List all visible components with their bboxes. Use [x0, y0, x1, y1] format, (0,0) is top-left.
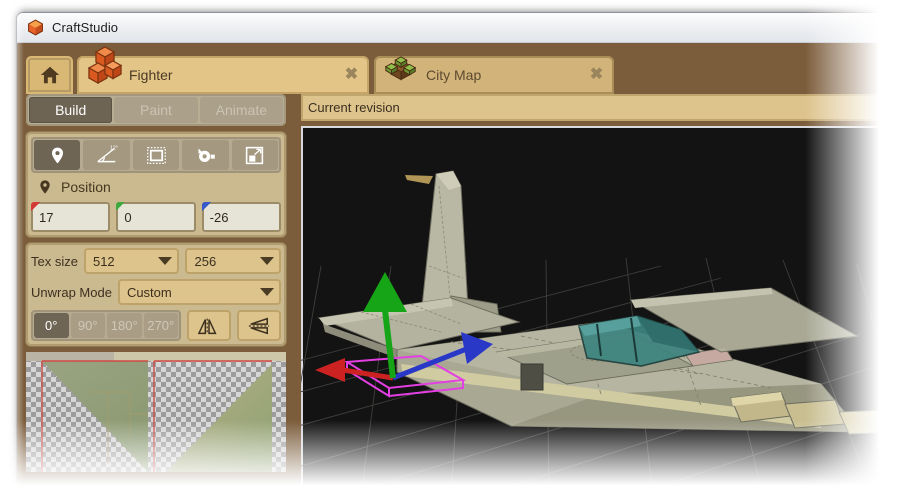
property-header: Position: [31, 173, 281, 202]
gizmo-y-axis: [363, 272, 407, 379]
gizmo-z-axis: [392, 332, 493, 381]
pivot-offset-icon: [198, 148, 215, 162]
rotation-group: 0° 90° 180° 270°: [31, 310, 181, 341]
title-bar: CraftStudio: [17, 13, 900, 43]
tex-height-dropdown[interactable]: 256: [185, 248, 281, 274]
tex-size-row: Tex size 512 256: [31, 248, 281, 274]
tab-city-map[interactable]: City Map ✖: [374, 56, 614, 94]
mode-paint[interactable]: Paint: [114, 97, 198, 123]
3d-viewport[interactable]: [301, 126, 900, 500]
flip-vertical-button[interactable]: [237, 310, 281, 341]
tab-label-fighter: Fighter: [129, 67, 173, 83]
position-y-input[interactable]: 0: [116, 202, 196, 232]
selection-highlight: [343, 354, 467, 398]
chevron-down-icon: [260, 257, 274, 265]
position-x-value: 17: [39, 209, 54, 225]
main-area: Build Paint Animate 12° Position 17 0 -2…: [26, 94, 900, 500]
right-panel: Current revision: [294, 94, 900, 500]
unwrap-mode-dropdown[interactable]: Custom: [117, 279, 281, 305]
uv-texture-preview[interactable]: [26, 352, 286, 472]
position-pin-icon: [51, 147, 63, 163]
property-label: Position: [61, 179, 111, 195]
window-title: CraftStudio: [52, 20, 119, 35]
scale-tool[interactable]: [231, 140, 279, 170]
home-icon: [40, 66, 59, 84]
texture-panel: Tex size 512 256 Unwrap Mode Custom 0° 9…: [26, 243, 286, 346]
mode-animate[interactable]: Animate: [199, 97, 283, 123]
flip-horizontal-icon: [197, 318, 217, 334]
revision-bar: Current revision: [301, 94, 900, 121]
angle-tool[interactable]: 12°: [83, 140, 130, 170]
unwrap-mode-label: Unwrap Mode: [31, 284, 112, 300]
angle-icon: 12°: [97, 145, 118, 162]
flip-horizontal-button[interactable]: [187, 310, 231, 341]
app-body: Fighter ✖ City Map ✖ Build Paint Animate…: [17, 43, 900, 500]
tex-size-label: Tex size: [31, 253, 78, 269]
select-box-tool[interactable]: [132, 140, 180, 170]
orange-cube-icon: [27, 19, 44, 36]
rotation-row: 0° 90° 180° 270°: [31, 310, 281, 341]
tex-width-value: 512: [92, 253, 115, 269]
rotate-0[interactable]: 0°: [34, 313, 69, 338]
flip-vertical-icon: [248, 317, 270, 334]
transform-gizmo[interactable]: [301, 126, 900, 496]
unwrap-mode-row: Unwrap Mode Custom: [31, 279, 281, 305]
screenshot-root: CraftStudio Fighter ✖ City Map ✖ Build P…: [0, 0, 900, 500]
position-fields: 17 0 -26: [31, 202, 281, 232]
transform-panel: 12° Position 17 0 -26: [26, 132, 286, 237]
tab-label-city-map: City Map: [426, 67, 482, 83]
rotate-270[interactable]: 270°: [143, 313, 178, 338]
position-z-value: -26: [209, 209, 229, 225]
mode-switcher: Build Paint Animate: [26, 94, 294, 126]
chevron-down-icon: [260, 288, 274, 296]
uv-islands: [26, 352, 286, 472]
pivot-offset-tool[interactable]: [182, 140, 229, 170]
tex-height-value: 256: [194, 253, 217, 269]
rotate-90[interactable]: 90°: [70, 313, 105, 338]
scale-arrow-icon: [246, 146, 264, 164]
green-blocks-icon: [382, 53, 420, 91]
mode-build[interactable]: Build: [29, 97, 113, 123]
unwrap-mode-value: Custom: [126, 284, 172, 300]
orange-blocks-icon: [83, 43, 127, 87]
position-pin-tool[interactable]: [34, 140, 81, 170]
axis-x-marker: [31, 202, 40, 211]
tool-row: 12°: [31, 137, 281, 173]
tab-strip: Fighter ✖ City Map ✖: [26, 46, 900, 94]
tab-fighter[interactable]: Fighter ✖: [77, 46, 369, 94]
left-panel: Build Paint Animate 12° Position 17 0 -2…: [26, 94, 294, 500]
position-z-input[interactable]: -26: [201, 202, 281, 232]
svg-text:12°: 12°: [110, 145, 118, 151]
mode-segmented-control: Build Paint Animate: [26, 94, 286, 126]
tab-close-fighter[interactable]: ✖: [344, 66, 359, 83]
revision-label: Current revision: [308, 100, 400, 115]
application-window: CraftStudio Fighter ✖ City Map ✖ Build P…: [16, 12, 900, 500]
tab-close-city-map[interactable]: ✖: [589, 66, 604, 83]
position-pin-icon: [40, 180, 50, 194]
position-y-value: 0: [124, 209, 132, 225]
axis-y-marker: [116, 202, 126, 211]
rotate-180[interactable]: 180°: [107, 313, 142, 338]
home-button[interactable]: [26, 56, 73, 94]
dashed-square-icon: [146, 146, 166, 164]
position-x-input[interactable]: 17: [31, 202, 111, 232]
chevron-down-icon: [158, 257, 173, 265]
tex-width-dropdown[interactable]: 512: [83, 248, 180, 274]
axis-z-marker: [201, 202, 211, 211]
